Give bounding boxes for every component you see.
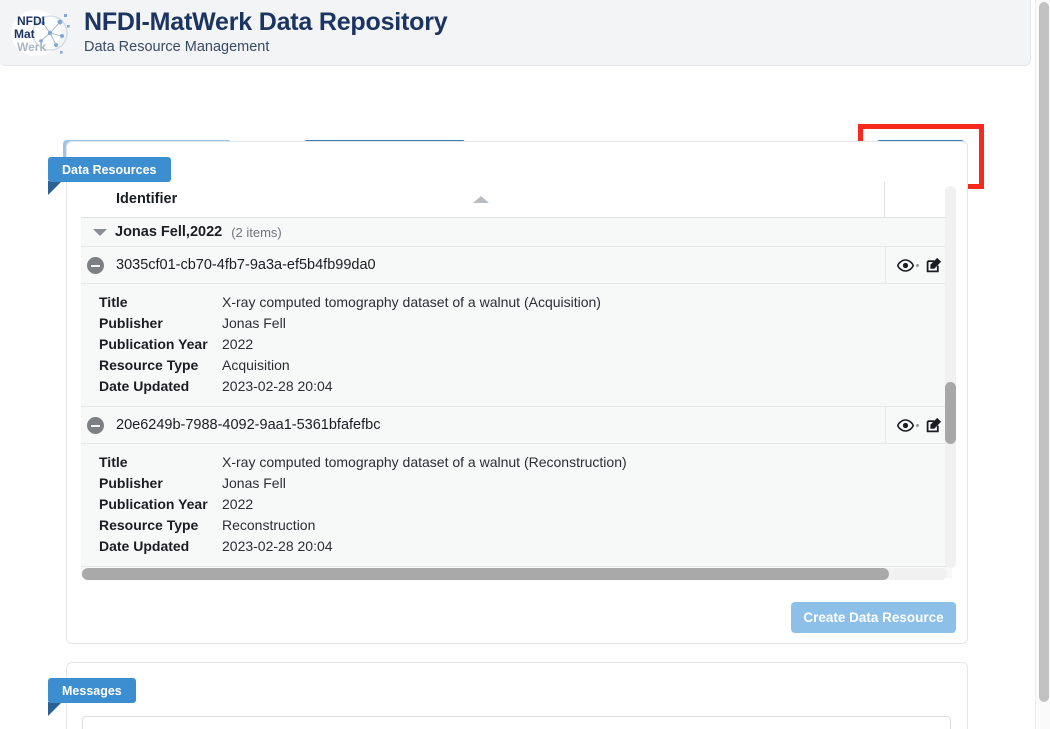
- table-horizontal-scrollbar[interactable]: [81, 568, 947, 580]
- page-scrollbar[interactable]: [1035, 0, 1050, 729]
- detail-key: Title: [99, 294, 128, 310]
- table-row[interactable]: 20e6249b-7988-4092-9aa1-5361bfafefbc: [81, 407, 952, 444]
- page-scrollbar-thumb[interactable]: [1039, 2, 1049, 702]
- row-identifier: 3035cf01-cb70-4fb7-9a3a-ef5b4fb99da0: [116, 257, 376, 273]
- view-icon[interactable]: [896, 418, 919, 432]
- edit-icon[interactable]: [926, 257, 942, 273]
- collapse-minus-icon[interactable]: [87, 256, 104, 274]
- detail-value: 2022: [222, 496, 254, 512]
- detail-key: Publication Year: [99, 336, 208, 352]
- logo-text-nfdi: NFDI: [17, 14, 45, 28]
- sort-ascending-icon[interactable]: [473, 196, 489, 203]
- detail-key: Date Updated: [99, 378, 190, 394]
- detail-row: Resource Type Acquisition: [81, 355, 952, 376]
- detail-row: Date Updated 2023-02-28 20:04: [81, 376, 952, 397]
- detail-key: Resource Type: [99, 357, 199, 373]
- detail-value: Jonas Fell: [222, 475, 286, 491]
- row-details: Title X-ray computed tomography dataset …: [81, 284, 952, 407]
- data-resources-ribbon-tab[interactable]: Data Resources: [48, 157, 171, 182]
- messages-ribbon-fold: [48, 702, 62, 716]
- row-identifier: 20e6249b-7988-4092-9aa1-5361bfafefbc: [116, 417, 381, 433]
- table-header-row: Identifier: [81, 182, 952, 218]
- edit-icon[interactable]: [926, 417, 942, 433]
- view-icon[interactable]: [896, 258, 919, 272]
- toolbar: Data Management Show/Hide Filters Not lo…: [0, 66, 1031, 290]
- detail-row: Title X-ray computed tomography dataset …: [81, 452, 952, 473]
- nfdi-matwerk-logo-icon: NFDI Mat Werk: [10, 8, 72, 58]
- detail-row: Resource Type Reconstruction: [81, 515, 952, 536]
- data-resources-table: Identifier Jonas Fell,2022 (2 items) 303…: [81, 182, 952, 578]
- detail-key: Title: [99, 454, 128, 470]
- collapse-minus-icon[interactable]: [87, 416, 104, 434]
- detail-row: Publisher Jonas Fell: [81, 473, 952, 494]
- detail-value: 2023-02-28 20:04: [222, 538, 333, 554]
- logo-text-mat: Mat: [14, 27, 35, 41]
- logo-text-werk: Werk: [17, 40, 46, 54]
- chevron-down-icon[interactable]: [93, 228, 107, 236]
- table-row[interactable]: 3035cf01-cb70-4fb7-9a3a-ef5b4fb99da0: [81, 247, 952, 284]
- data-resources-ribbon-fold: [48, 181, 62, 195]
- messages-ribbon-tab[interactable]: Messages: [48, 678, 136, 703]
- detail-row: Title X-ray computed tomography dataset …: [81, 292, 952, 313]
- detail-row: Publication Year 2022: [81, 494, 952, 515]
- app-header: NFDI Mat Werk NFDI-MatWerk Data Reposito…: [0, 0, 1031, 66]
- header-text-block: NFDI-MatWerk Data Repository Data Resour…: [84, 7, 448, 56]
- page-content: NFDI Mat Werk NFDI-MatWerk Data Reposito…: [0, 0, 1035, 729]
- detail-value: X-ray computed tomography dataset of a w…: [222, 454, 627, 470]
- detail-key: Publication Year: [99, 496, 208, 512]
- table-vertical-scrollbar-thumb[interactable]: [945, 382, 956, 444]
- detail-row: Publication Year 2022: [81, 334, 952, 355]
- messages-content-box: [82, 716, 951, 729]
- view-icon-dot: [915, 263, 919, 267]
- detail-value: Reconstruction: [222, 517, 316, 533]
- group-item-count: (2 items): [231, 224, 282, 240]
- row-actions: [885, 407, 952, 443]
- detail-key: Date Updated: [99, 538, 190, 554]
- detail-value: X-ray computed tomography dataset of a w…: [222, 294, 601, 310]
- page-subtitle: Data Resource Management: [84, 39, 270, 56]
- table-horizontal-scrollbar-thumb[interactable]: [82, 568, 889, 580]
- group-label: Jonas Fell,2022: [115, 224, 223, 240]
- column-header-identifier[interactable]: Identifier: [116, 191, 177, 207]
- detail-key: Publisher: [99, 475, 163, 491]
- table-vertical-scrollbar[interactable]: [945, 186, 956, 568]
- table-group-row[interactable]: Jonas Fell,2022 (2 items): [81, 218, 952, 247]
- detail-value: 2023-02-28 20:04: [222, 378, 333, 394]
- detail-value: Jonas Fell: [222, 315, 286, 331]
- create-data-resource-button[interactable]: Create Data Resource: [791, 602, 956, 633]
- column-divider: [884, 182, 885, 218]
- detail-row: Date Updated 2023-02-28 20:04: [81, 536, 952, 557]
- page-title: NFDI-MatWerk Data Repository: [84, 7, 448, 36]
- detail-value: Acquisition: [222, 357, 290, 373]
- detail-key: Publisher: [99, 315, 163, 331]
- row-details: Title X-ray computed tomography dataset …: [81, 444, 952, 567]
- row-actions: [885, 247, 952, 283]
- detail-row: Publisher Jonas Fell: [81, 313, 952, 334]
- detail-value: 2022: [222, 336, 254, 352]
- view-icon-dot: [915, 423, 919, 427]
- detail-key: Resource Type: [99, 517, 199, 533]
